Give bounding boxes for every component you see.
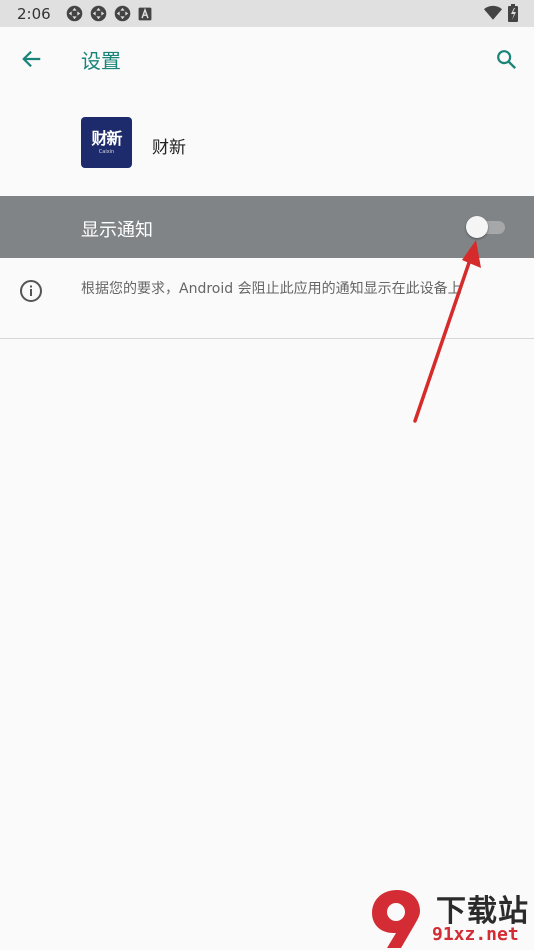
app-icon: 财新 Caixin (81, 117, 132, 168)
back-button[interactable] (16, 43, 48, 75)
arrow-back-icon (22, 50, 41, 68)
info-row: 根据您的要求，Android 会阻止此应用的通知显示在此设备上 (0, 258, 534, 338)
status-icons-right (484, 4, 518, 22)
wifi-icon (484, 5, 502, 20)
search-button[interactable] (490, 43, 522, 75)
switch-thumb (466, 216, 488, 238)
info-text: 根据您的要求，Android 会阻止此应用的通知显示在此设备上 (81, 281, 462, 297)
show-notifications-switch[interactable] (466, 216, 506, 238)
watermark: 下载站 91xz.net (366, 884, 534, 950)
show-notifications-row[interactable]: 显示通知 (0, 196, 534, 258)
search-icon (497, 50, 517, 70)
app-header: 财新 Caixin 财新 (0, 113, 534, 173)
sync-icon (114, 5, 130, 22)
sync-icon (66, 5, 82, 22)
status-icons-left (66, 5, 152, 22)
watermark-url: 91xz.net (432, 924, 519, 945)
status-bar: 2:06 (0, 0, 534, 27)
divider (0, 338, 534, 339)
info-icon (20, 280, 42, 302)
status-time: 2:06 (17, 4, 51, 23)
app-name: 财新 (152, 138, 186, 158)
watermark-logo-icon (372, 890, 420, 948)
app-icon-text: 财新 (91, 129, 122, 148)
app-icon-subtext: Caixin (98, 149, 115, 155)
battery-icon (508, 4, 518, 22)
app-bar: 设置 (0, 27, 534, 91)
page-title: 设置 (81, 49, 121, 73)
sync-icon (90, 5, 106, 22)
show-notifications-label: 显示通知 (81, 220, 153, 241)
a-icon (138, 7, 152, 20)
